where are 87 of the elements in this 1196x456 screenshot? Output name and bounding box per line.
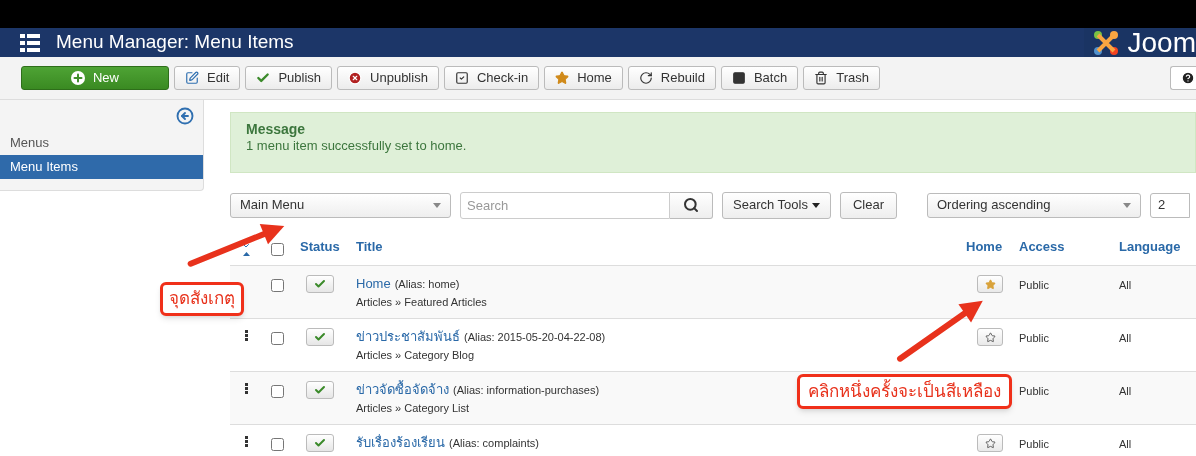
sidebar-item[interactable]: Menus xyxy=(0,131,203,155)
annotation-callout: จุดสังเกตุ xyxy=(160,282,244,316)
x-circle-icon xyxy=(348,71,363,85)
row-checkbox[interactable] xyxy=(270,438,284,451)
row-checkbox[interactable] xyxy=(270,385,284,398)
check-icon xyxy=(314,331,326,343)
toolbar-button[interactable]: Home xyxy=(544,66,623,90)
toolbar-button[interactable]: Edit xyxy=(174,66,241,90)
logo-icon xyxy=(1091,28,1120,57)
item-type: Articles » Category Blog xyxy=(356,348,475,363)
language-cell: All xyxy=(1119,332,1132,344)
row-checkbox[interactable] xyxy=(270,332,284,345)
new-button[interactable]: New xyxy=(21,66,169,90)
star-icon xyxy=(984,278,996,290)
language-cell: All xyxy=(1119,438,1132,450)
status-toggle[interactable] xyxy=(306,434,334,452)
dropdown-caret-icon xyxy=(433,202,441,208)
item-title-link[interactable]: ข่าวประชาสัมพันธ์ xyxy=(356,328,460,346)
drag-handle-icon[interactable] xyxy=(244,436,248,447)
search-icon xyxy=(683,197,699,213)
search-field[interactable]: Search xyxy=(460,191,670,219)
check-icon xyxy=(314,437,326,449)
language-cell: All xyxy=(1119,385,1132,397)
list-icon xyxy=(20,33,40,52)
annotation-callout: คลิกหนึ่งครั้งจะเป็นสีเหลือง xyxy=(797,374,1012,409)
toolbar-button[interactable]: Publish xyxy=(245,66,333,90)
select-all-checkbox[interactable] xyxy=(270,243,284,256)
limit-select[interactable]: 2 xyxy=(1150,192,1190,218)
sort-up-icon[interactable] xyxy=(242,252,250,256)
row-checkbox[interactable] xyxy=(270,279,284,292)
check-icon xyxy=(314,384,326,396)
drag-handle-icon[interactable] xyxy=(244,330,248,341)
checkbox-icon xyxy=(454,71,469,85)
home-toggle[interactable] xyxy=(977,275,1003,293)
toolbar-button[interactable]: Batch xyxy=(720,66,799,90)
toolbar-button[interactable]: Unpublish xyxy=(337,66,439,90)
search-tools-button[interactable]: Search Tools xyxy=(722,191,831,219)
dropdown-caret-icon xyxy=(1123,202,1131,208)
item-type: Articles » Featured Articles xyxy=(356,295,488,310)
help-button[interactable] xyxy=(1170,66,1196,90)
home-toggle[interactable] xyxy=(977,434,1003,452)
toolbar-button[interactable]: Trash xyxy=(803,66,880,90)
item-type: Articles » Category List xyxy=(356,401,471,416)
refresh-icon xyxy=(638,71,653,85)
star-icon xyxy=(555,71,570,85)
item-alias: (Alias: complaints) xyxy=(449,436,539,451)
caret-icon xyxy=(811,202,820,208)
column-header[interactable]: Home xyxy=(966,238,1003,254)
menu-select[interactable]: Main Menu xyxy=(230,192,451,218)
column-header[interactable]: Language xyxy=(1119,238,1181,254)
language-cell: All xyxy=(1119,279,1132,291)
collapse-icon[interactable] xyxy=(176,107,194,125)
logo-text: Joom xyxy=(1127,28,1196,57)
access-cell: Public xyxy=(1019,279,1049,291)
clear-button[interactable]: Clear xyxy=(839,191,897,219)
column-header[interactable]: Access xyxy=(1019,238,1065,254)
toolbar-button[interactable]: Rebuild xyxy=(627,66,716,90)
check-icon xyxy=(256,71,271,85)
item-title-link[interactable]: รับเรื่องร้องเรียน xyxy=(356,434,445,452)
square-icon xyxy=(731,71,746,85)
edit-icon xyxy=(185,71,199,85)
status-toggle[interactable] xyxy=(306,275,334,293)
home-toggle[interactable] xyxy=(977,328,1003,346)
star-icon xyxy=(984,437,996,449)
column-header[interactable]: Status xyxy=(300,238,340,254)
item-alias: (Alias: information-purchases) xyxy=(453,383,600,398)
item-title-link[interactable]: Home xyxy=(356,275,391,293)
check-icon xyxy=(314,278,326,290)
trash-icon xyxy=(814,71,829,85)
star-icon xyxy=(984,331,996,343)
toolbar-button[interactable]: Check-in xyxy=(443,66,540,90)
ordering-select[interactable]: Ordering ascending xyxy=(927,192,1141,218)
success-message: Message 1 menu item successfully set to home. xyxy=(230,112,1196,173)
access-cell: Public xyxy=(1019,385,1049,397)
sidebar-item[interactable]: Menu Items xyxy=(0,155,203,179)
help-icon xyxy=(1181,71,1195,85)
column-header[interactable]: Title xyxy=(356,238,383,254)
search-button[interactable] xyxy=(670,191,713,219)
item-alias: (Alias: home) xyxy=(394,277,460,292)
item-title-link[interactable]: ข่าวจัดซื้อจัดจ้าง xyxy=(356,381,449,399)
status-toggle[interactable] xyxy=(306,328,334,346)
drag-handle-icon[interactable] xyxy=(244,383,248,394)
access-cell: Public xyxy=(1019,438,1049,450)
item-alias: (Alias: 2015-05-20-04-22-08) xyxy=(464,330,606,345)
access-cell: Public xyxy=(1019,332,1049,344)
status-toggle[interactable] xyxy=(306,381,334,399)
page-title: Menu Manager: Menu Items xyxy=(56,30,294,55)
